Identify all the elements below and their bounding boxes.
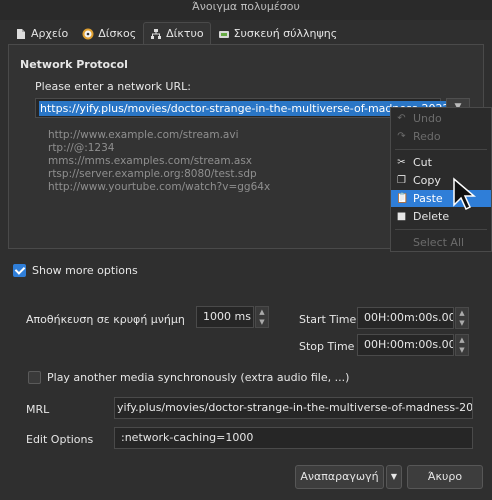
example-line: http://www.example.com/stream.avi (48, 129, 239, 141)
menu-item-undo[interactable]: ↶ Undo (391, 110, 491, 127)
tab-bar: Αρχείο Δίσκος Δίκτυο Συσκευή σύλληψης (8, 22, 344, 44)
disc-icon (82, 28, 94, 39)
chevron-down-icon: ▼ (390, 472, 398, 481)
menu-item-label: Copy (413, 174, 441, 187)
menu-item-label: Undo (413, 112, 442, 125)
start-time-input[interactable]: 00H:00m:00s.000 (357, 307, 454, 329)
cut-icon: ✂ (397, 157, 406, 168)
show-more-options-toggle[interactable]: Show more options (13, 264, 138, 277)
cache-input[interactable]: 1000 ms (196, 306, 254, 328)
cache-spinner[interactable]: ▲ ▼ (255, 306, 269, 328)
show-more-checkbox[interactable] (13, 264, 26, 277)
play-another-toggle[interactable]: Play another media synchronously (extra … (28, 371, 349, 384)
cancel-button[interactable]: Άκυρο (407, 465, 483, 489)
stop-time-label: Stop Time (299, 340, 355, 353)
example-line: mms://mms.examples.com/stream.asx (48, 155, 253, 167)
mrl-field[interactable]: yify.plus/movies/doctor-strange-in-the-m… (114, 397, 473, 419)
stop-time-input[interactable]: 00H:00m:00s.000 (357, 334, 454, 356)
window-title: Άνοιγμα πολυμέσου (0, 0, 492, 20)
start-time-spinner[interactable]: ▲ ▼ (455, 307, 469, 329)
menu-separator (395, 229, 487, 230)
menu-item-label: Redo (413, 130, 441, 143)
menu-item-label: Delete (413, 210, 450, 223)
tab-network[interactable]: Δίκτυο (143, 22, 211, 44)
cache-label: Αποθήκευση σε κρυφή μνήμη (26, 313, 185, 326)
example-line: http://www.yourtube.com/watch?v=gg64x (48, 181, 271, 193)
paste-icon: 📋 (396, 193, 409, 204)
url-examples: http://www.example.com/stream.avi rtp://… (48, 129, 270, 194)
edit-options-label: Edit Options (26, 433, 94, 446)
tab-disc-label: Δίσκος (98, 27, 137, 40)
menu-item-select-all[interactable]: Select All (391, 234, 491, 251)
undo-icon: ↶ (397, 113, 406, 124)
copy-icon: ❐ (397, 175, 406, 186)
tab-capture[interactable]: Συσκευή σύλληψης (211, 22, 345, 44)
play-another-checkbox[interactable] (28, 371, 41, 384)
play-dropdown-button[interactable]: ▼ (386, 465, 402, 489)
url-prompt: Please enter a network URL: (35, 80, 191, 93)
spin-down-icon: ▼ (459, 319, 465, 327)
show-more-label: Show more options (32, 264, 138, 277)
example-line: rtp://@:1234 (48, 142, 115, 154)
edit-options-field[interactable]: :network-caching=1000 (114, 427, 473, 449)
tab-network-label: Δίκτυο (166, 27, 204, 40)
menu-item-label: Cut (413, 156, 432, 169)
section-title: Network Protocol (20, 58, 128, 71)
mrl-label: MRL (26, 403, 50, 416)
network-url-input[interactable]: https://yify.plus/movies/doctor-strange-… (35, 98, 455, 118)
delete-icon: ■ (396, 211, 407, 222)
file-icon (17, 28, 25, 39)
example-line: rtsp://server.example.org:8080/test.sdp (48, 168, 257, 180)
play-another-label: Play another media synchronously (extra … (47, 371, 350, 384)
menu-item-label: Paste (413, 192, 443, 205)
redo-icon: ↷ (397, 131, 406, 142)
spin-down-icon: ▼ (459, 346, 465, 354)
menu-item-redo[interactable]: ↷ Redo (391, 128, 491, 145)
network-icon (151, 28, 162, 39)
menu-separator (395, 149, 487, 150)
spin-up-icon: ▲ (259, 308, 265, 316)
tab-file[interactable]: Αρχείο (8, 22, 75, 44)
stop-time-spinner[interactable]: ▲ ▼ (455, 334, 469, 356)
start-time-label: Start Time (299, 313, 357, 326)
tab-capture-label: Συσκευή σύλληψης (233, 27, 338, 40)
spin-up-icon: ▲ (459, 309, 465, 317)
spin-up-icon: ▲ (459, 336, 465, 344)
menu-item-label: Select All (413, 236, 465, 249)
spin-down-icon: ▼ (259, 318, 265, 326)
tab-disc[interactable]: Δίσκος (75, 22, 143, 44)
tab-file-label: Αρχείο (31, 27, 69, 40)
menu-item-cut[interactable]: ✂ Cut (391, 154, 491, 171)
capture-device-icon (218, 30, 229, 38)
mouse-pointer-icon (453, 177, 477, 211)
play-button[interactable]: Αναπαραγωγή (295, 465, 384, 489)
